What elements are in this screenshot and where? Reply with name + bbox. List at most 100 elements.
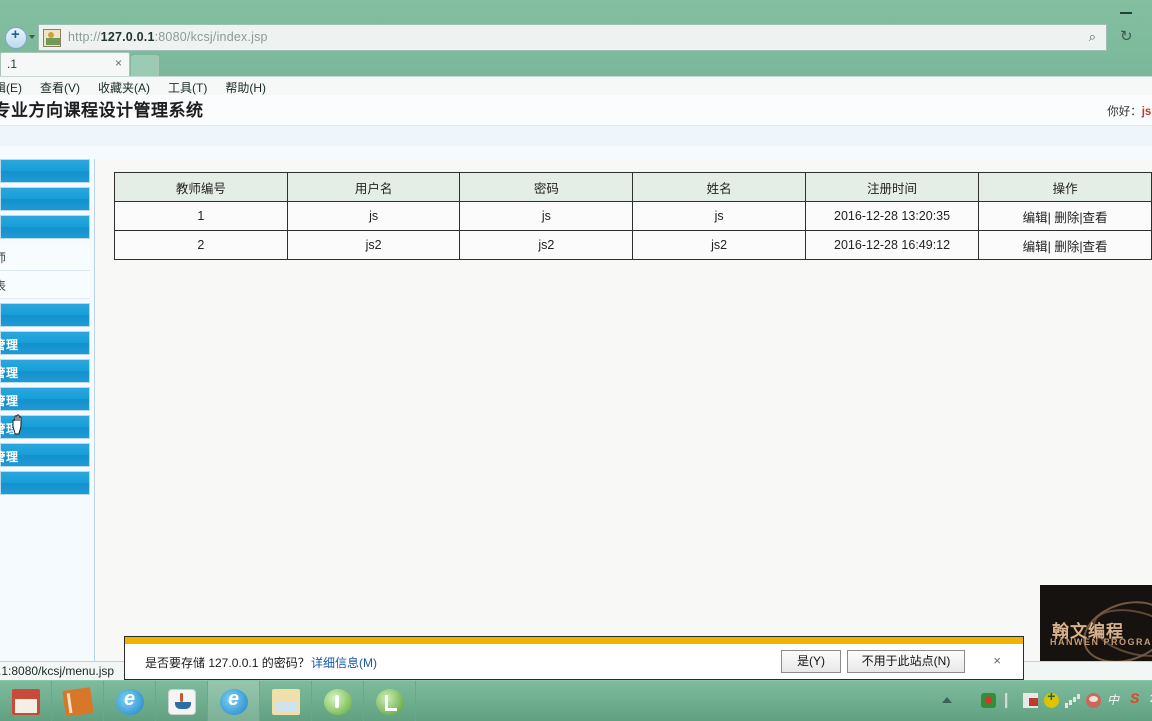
never-for-site-button[interactable]: 不用于此站点(N) — [847, 650, 965, 673]
taskbar-buttons — [0, 681, 416, 721]
sidebar-item-7[interactable]: 段管理 — [0, 359, 90, 383]
address-host: 127.0.0.1 — [100, 30, 155, 44]
notification-message: 是否要存储 127.0.0.1 的密码？ — [145, 656, 310, 670]
col-header-username: 用户名 — [286, 172, 461, 202]
cell-operations[interactable]: 编辑| 删除|查看 — [978, 230, 1152, 260]
taskbar-button-ie[interactable] — [104, 681, 156, 721]
tray-plus[interactable] — [1041, 681, 1062, 721]
cell-name: js — [632, 201, 806, 231]
internet-explorer-icon — [116, 688, 144, 715]
address-path: :8080/kcsj/index.jsp — [154, 30, 268, 44]
web-page: 程专业方向课程设计管理系统 你好：js 退 理 理 理 教师 列表 理 目管理 … — [0, 95, 1152, 661]
tray-ime[interactable] — [1104, 681, 1125, 721]
address-input[interactable]: http://127.0.0.1:8080/kcsj/index.jsp ⌕ — [38, 24, 1107, 51]
taskbar-button-media[interactable] — [312, 681, 364, 721]
statusbar-text: .0.1:8080/kcsj/menu.jsp — [0, 664, 115, 678]
yes-button[interactable]: 是(Y) — [781, 650, 841, 673]
sidebar-subitem-teacher[interactable]: 教师 — [0, 243, 90, 271]
sidebar-item-label: 教师 — [0, 251, 7, 265]
tab-strip: .1 × — [0, 52, 1152, 76]
app-tertiary-bar — [0, 146, 1152, 159]
taskbar: 20 — [0, 680, 1152, 721]
sidebar-item-label: 列表 — [0, 279, 7, 293]
sidebar-item-2[interactable]: 理 — [0, 215, 90, 239]
menu-item-view[interactable]: 查看(V) — [40, 79, 80, 96]
sidebar-item-6[interactable]: 目管理 — [0, 331, 90, 355]
taskbar-button-java[interactable] — [156, 681, 208, 721]
col-header-operation: 操作 — [978, 172, 1152, 202]
back-button[interactable] — [5, 26, 27, 49]
menu-item-favorites[interactable]: 收藏夹(A) — [98, 79, 150, 96]
cell-teacher-id: 2 — [114, 230, 288, 260]
close-icon[interactable]: × — [993, 653, 1001, 668]
java-icon — [168, 689, 196, 715]
search-icon[interactable]: ⌕ — [1089, 29, 1100, 45]
taskbar-button-notepad[interactable] — [0, 681, 52, 721]
ime-icon — [1107, 691, 1122, 708]
sidebar-item-5[interactable]: 理 — [0, 303, 90, 327]
col-header-password: 密码 — [459, 172, 634, 202]
browser-chrome: http://127.0.0.1:8080/kcsj/index.jsp ⌕ ↻… — [0, 0, 1152, 96]
sogou-icon — [1128, 690, 1143, 708]
tray-signal[interactable] — [1062, 681, 1083, 721]
tray-fork[interactable] — [999, 681, 1020, 721]
qq-icon — [1086, 693, 1101, 708]
address-text: http://127.0.0.1:8080/kcsj/index.jsp — [68, 30, 268, 44]
sidebar-item-8[interactable]: 告管理 — [0, 387, 90, 411]
tray-flag[interactable] — [1020, 681, 1041, 721]
address-bar-row: http://127.0.0.1:8080/kcsj/index.jsp ⌕ ↻ — [0, 24, 1152, 52]
cell-register-time: 2016-12-28 13:20:35 — [804, 201, 980, 231]
sidebar-item-10[interactable]: 料管理 — [0, 443, 90, 467]
close-icon[interactable]: × — [115, 56, 122, 70]
app-header: 程专业方向课程设计管理系统 你好：js 退 — [0, 95, 1152, 125]
greeting: 你好：js 退 — [1107, 103, 1152, 119]
sidebar: 理 理 理 教师 列表 理 目管理 段管理 告管理 度管理 料管理 理 — [0, 159, 95, 661]
password-save-notification: 是否要存储 127.0.0.1 的密码？ 详细信息(M) 是(Y) 不用于此站点… — [124, 636, 1024, 680]
plus-icon — [1044, 688, 1059, 708]
taskbar-button-leaf[interactable] — [364, 681, 416, 721]
show-hidden-icons-button[interactable] — [942, 697, 952, 703]
signal-icon — [1065, 693, 1080, 708]
table-row: 1 js js js 2016-12-28 13:20:35 编辑| 删除|查看 — [114, 201, 1152, 231]
cell-username: js — [286, 201, 461, 231]
menu-item-tools[interactable]: 工具(T) — [168, 79, 207, 96]
cell-operations[interactable]: 编辑| 删除|查看 — [978, 201, 1152, 231]
sidebar-item-11[interactable]: 理 — [0, 471, 90, 495]
minimize-button[interactable] — [1120, 4, 1134, 16]
tray-qq[interactable] — [1083, 681, 1104, 721]
col-header-register-time: 注册时间 — [804, 172, 980, 202]
sidebar-item-0[interactable]: 理 — [0, 159, 90, 183]
taskbar-button-folder[interactable] — [260, 681, 312, 721]
menu-item-help[interactable]: 帮助(H) — [225, 79, 266, 96]
system-tray: 20 — [942, 681, 1152, 721]
page-title: 程专业方向课程设计管理系统 — [0, 101, 204, 120]
tray-shield[interactable] — [978, 681, 999, 721]
greeting-prefix: 你好： — [1107, 106, 1142, 118]
table-row: 2 js2 js2 js2 2016-12-28 16:49:12 编辑| 删除… — [114, 230, 1152, 260]
taskbar-button-book[interactable] — [52, 681, 104, 721]
sidebar-item-label: 料管理 — [0, 450, 19, 464]
taskbar-button-ie-active[interactable] — [208, 681, 260, 721]
new-tab-button[interactable] — [131, 55, 159, 76]
chevron-down-icon[interactable] — [29, 35, 35, 39]
folder-icon — [272, 689, 300, 715]
cell-password: js — [459, 201, 634, 231]
internet-explorer-icon — [220, 688, 248, 715]
teacher-table: 教师编号 用户名 密码 姓名 注册时间 操作 1 js js js 2016-1 — [114, 172, 1152, 260]
refresh-icon[interactable]: ↻ — [1120, 27, 1140, 47]
sidebar-subitem-list[interactable]: 列表 — [0, 271, 90, 299]
leaf-icon — [376, 689, 404, 715]
sidebar-item-label: 段管理 — [0, 366, 19, 380]
menu-item-edit[interactable]: 编辑(E) — [0, 79, 22, 96]
sidebar-item-label: 目管理 — [0, 338, 19, 352]
browser-tab[interactable]: .1 × — [0, 52, 130, 76]
sidebar-item-1[interactable]: 理 — [0, 187, 90, 211]
notification-details-link[interactable]: 详细信息(M) — [311, 654, 377, 671]
tray-sogou[interactable] — [1125, 681, 1146, 721]
tab-label: .1 — [7, 57, 18, 71]
menubar-items: 编辑(E) 查看(V) 收藏夹(A) 工具(T) 帮助(H) — [0, 79, 284, 96]
cell-name: js2 — [632, 230, 806, 260]
address-scheme: http:// — [68, 30, 101, 44]
book-icon — [62, 687, 94, 717]
cell-teacher-id: 1 — [114, 201, 288, 231]
